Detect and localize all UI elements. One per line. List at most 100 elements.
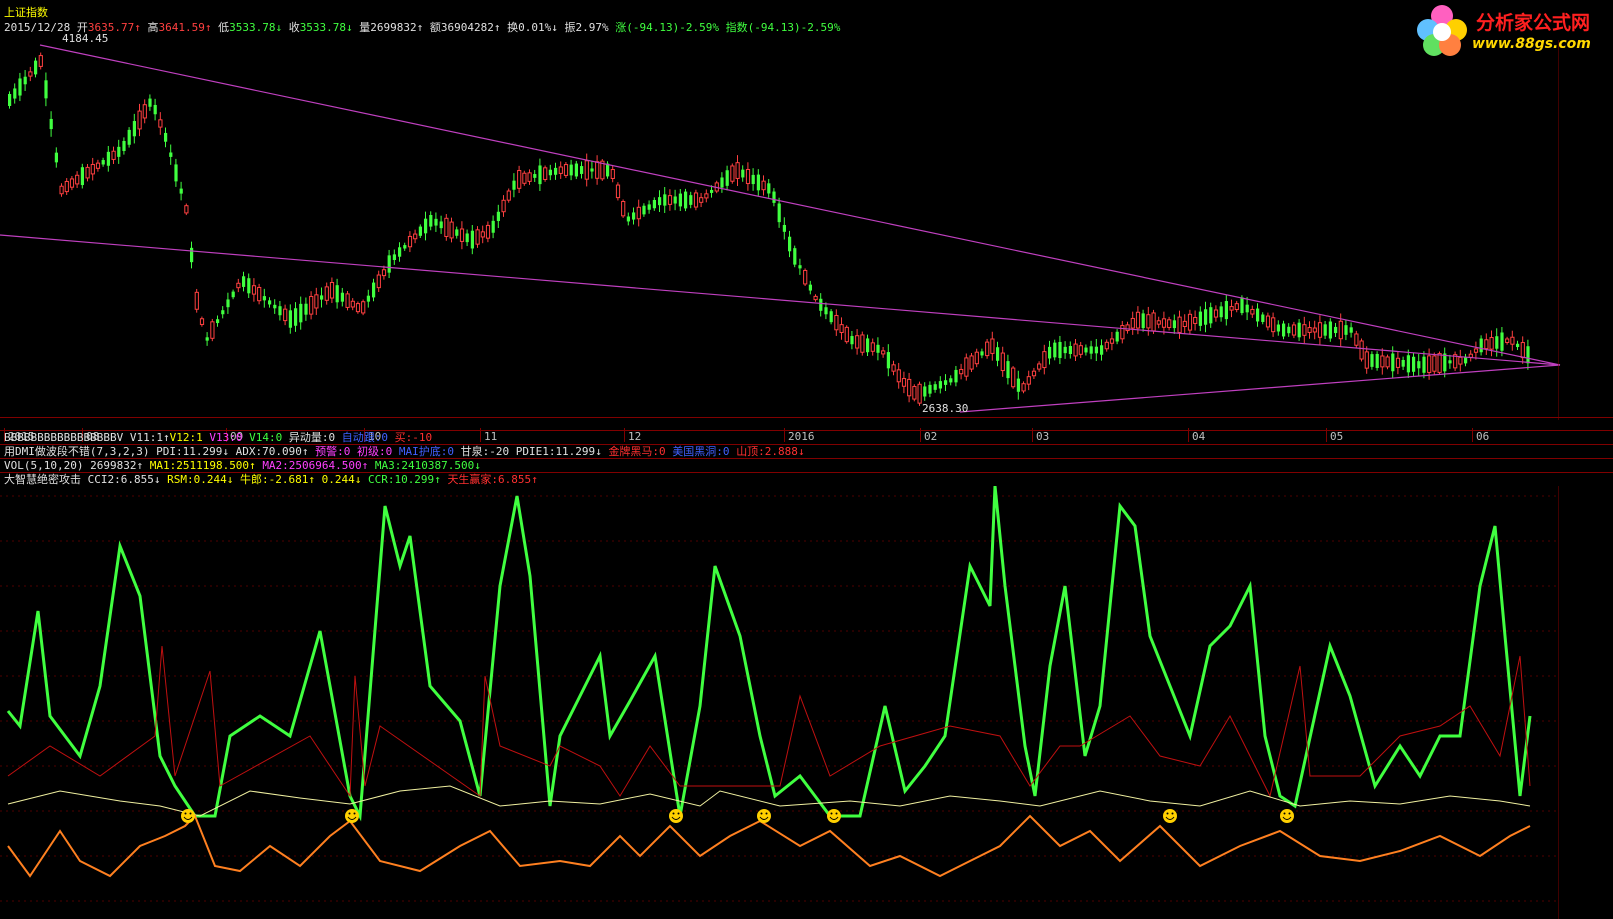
candle-body bbox=[470, 230, 474, 249]
candle-body bbox=[647, 204, 651, 210]
candle bbox=[221, 306, 225, 319]
date-label: 02 bbox=[924, 430, 938, 443]
candle-body bbox=[558, 166, 563, 174]
candle bbox=[459, 221, 465, 250]
candle-body bbox=[938, 381, 942, 389]
candle bbox=[1328, 318, 1332, 342]
candle-body bbox=[870, 342, 875, 352]
candle-body bbox=[1473, 348, 1479, 353]
candle bbox=[273, 299, 277, 314]
candle-body bbox=[923, 386, 927, 397]
candle bbox=[1344, 319, 1348, 341]
candle bbox=[387, 249, 391, 279]
oscillator-chart[interactable] bbox=[0, 486, 1570, 919]
candle bbox=[226, 292, 230, 314]
candle-body bbox=[824, 307, 828, 315]
candle-body bbox=[475, 229, 480, 245]
date-label: 06 bbox=[1476, 430, 1490, 443]
candle bbox=[1026, 370, 1031, 391]
candle-body bbox=[1302, 324, 1307, 336]
candle-body bbox=[1193, 317, 1198, 324]
candle bbox=[938, 376, 942, 394]
candle-body bbox=[148, 98, 152, 107]
candle-body bbox=[439, 221, 443, 229]
smiley-icon bbox=[1280, 809, 1294, 823]
candle-body bbox=[1323, 324, 1327, 336]
candle bbox=[158, 112, 163, 135]
price-scale bbox=[1558, 40, 1559, 420]
candle bbox=[174, 158, 178, 187]
candle bbox=[242, 271, 246, 292]
candle-body bbox=[527, 172, 532, 182]
candle-body bbox=[933, 384, 937, 390]
candle-body bbox=[75, 174, 80, 185]
candle bbox=[329, 277, 335, 304]
candle-body bbox=[54, 152, 58, 163]
candle bbox=[1161, 311, 1167, 335]
candle bbox=[304, 297, 308, 321]
candle bbox=[538, 158, 542, 192]
candle-body bbox=[459, 228, 465, 242]
candle bbox=[1104, 339, 1109, 352]
candle bbox=[434, 212, 438, 232]
candle bbox=[470, 225, 474, 255]
candle bbox=[69, 176, 75, 191]
candle-body bbox=[907, 378, 912, 397]
quote-amplitude: 2.97% bbox=[575, 21, 609, 34]
candle-body bbox=[855, 335, 860, 349]
candle-body bbox=[1287, 326, 1291, 334]
candle-body bbox=[959, 368, 964, 375]
candle bbox=[1526, 339, 1530, 370]
candle bbox=[642, 203, 646, 217]
candle-body bbox=[34, 60, 38, 75]
candle bbox=[169, 144, 173, 165]
candle bbox=[1302, 316, 1307, 344]
candle bbox=[798, 258, 802, 275]
candle-body bbox=[491, 220, 495, 233]
candle bbox=[1068, 341, 1072, 359]
candle-body bbox=[111, 150, 116, 160]
candle-body bbox=[122, 140, 126, 152]
candle-body bbox=[901, 378, 907, 387]
candle-body bbox=[106, 151, 110, 166]
indicator-row-3: VOL(5,10,20) 2699832↑ MA1:2511198.500↑ M… bbox=[4, 459, 481, 472]
candle bbox=[122, 137, 126, 155]
kline-chart[interactable] bbox=[0, 40, 1570, 420]
quote-low: 3533.78 bbox=[229, 21, 276, 34]
smiley-eye bbox=[765, 812, 768, 815]
candle bbox=[834, 309, 839, 336]
candle bbox=[772, 188, 776, 207]
candle bbox=[1271, 312, 1276, 337]
candle bbox=[455, 226, 459, 239]
candle bbox=[1500, 326, 1504, 357]
candle bbox=[974, 348, 979, 368]
candle bbox=[621, 199, 626, 218]
candle bbox=[777, 197, 781, 228]
candle bbox=[1422, 351, 1426, 379]
smiley-eye bbox=[189, 812, 192, 815]
candle bbox=[501, 195, 506, 217]
candle bbox=[475, 226, 480, 248]
candle-body bbox=[512, 180, 516, 190]
candle bbox=[959, 363, 964, 380]
candle bbox=[64, 178, 69, 195]
candle-body bbox=[663, 194, 667, 206]
candle bbox=[1349, 322, 1353, 338]
candle bbox=[49, 111, 53, 137]
candle-body bbox=[850, 336, 854, 345]
candle bbox=[142, 99, 147, 124]
candle bbox=[615, 182, 621, 201]
candle-body bbox=[190, 247, 194, 263]
candle-body bbox=[839, 324, 844, 334]
candle-body bbox=[1406, 355, 1410, 373]
candle-body bbox=[1078, 345, 1083, 355]
candle-body bbox=[949, 378, 953, 383]
candle bbox=[928, 381, 932, 398]
candle bbox=[548, 164, 552, 181]
candle bbox=[278, 300, 282, 321]
candle bbox=[933, 381, 937, 393]
candle bbox=[1364, 346, 1369, 374]
candle bbox=[1016, 370, 1020, 400]
candle bbox=[1063, 341, 1067, 359]
candle bbox=[689, 191, 693, 209]
